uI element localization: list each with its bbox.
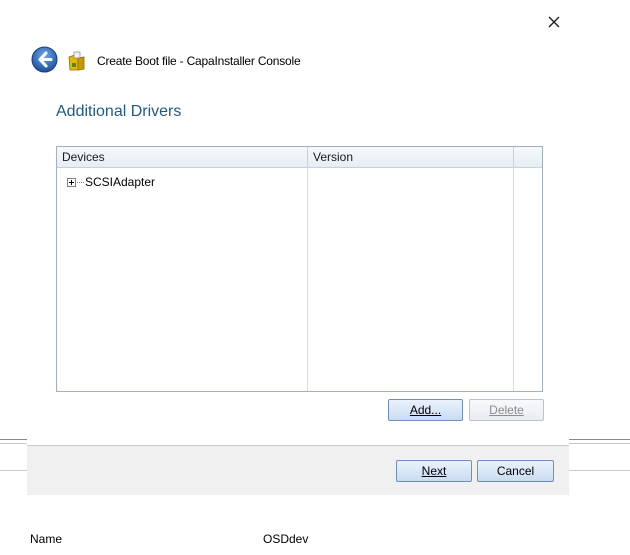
cancel-button[interactable]: Cancel <box>477 460 554 482</box>
tree-item-label: SCSIAdapter <box>85 175 156 189</box>
background-divider <box>0 470 27 471</box>
expand-plus-icon[interactable] <box>67 178 76 187</box>
background-divider <box>569 443 630 444</box>
tree-connector <box>77 182 84 183</box>
background-divider <box>0 443 27 444</box>
background-divider <box>0 439 27 440</box>
drivers-list[interactable]: Devices Version SCSIAdapter <box>56 146 543 392</box>
background-divider <box>569 470 630 471</box>
background-divider <box>569 439 630 440</box>
column-header-filler[interactable] <box>514 147 542 167</box>
delete-button-label: Delete <box>489 403 524 417</box>
column-divider <box>307 167 308 391</box>
add-driver-button[interactable]: Add... <box>388 399 463 421</box>
close-button[interactable] <box>544 12 564 32</box>
add-button-label: Add... <box>409 403 442 417</box>
column-divider <box>513 167 514 391</box>
back-button[interactable] <box>31 46 58 73</box>
property-name-value: OSDdev <box>263 532 309 546</box>
capainstaller-app-icon <box>66 51 88 73</box>
delete-driver-button[interactable]: Delete <box>469 399 544 421</box>
column-header-devices[interactable]: Devices <box>57 147 308 167</box>
close-icon <box>548 16 560 28</box>
column-header-version[interactable]: Version <box>308 147 514 167</box>
next-button[interactable]: Next <box>396 460 472 482</box>
cancel-button-label: Cancel <box>496 464 535 478</box>
next-button-label: Next <box>421 464 447 478</box>
window-title: Create Boot file - CapaInstaller Console <box>97 54 301 68</box>
back-arrow-icon <box>31 46 58 73</box>
property-name-label: Name <box>30 532 63 546</box>
page-heading: Additional Drivers <box>56 103 182 120</box>
list-header: Devices Version <box>57 147 542 168</box>
